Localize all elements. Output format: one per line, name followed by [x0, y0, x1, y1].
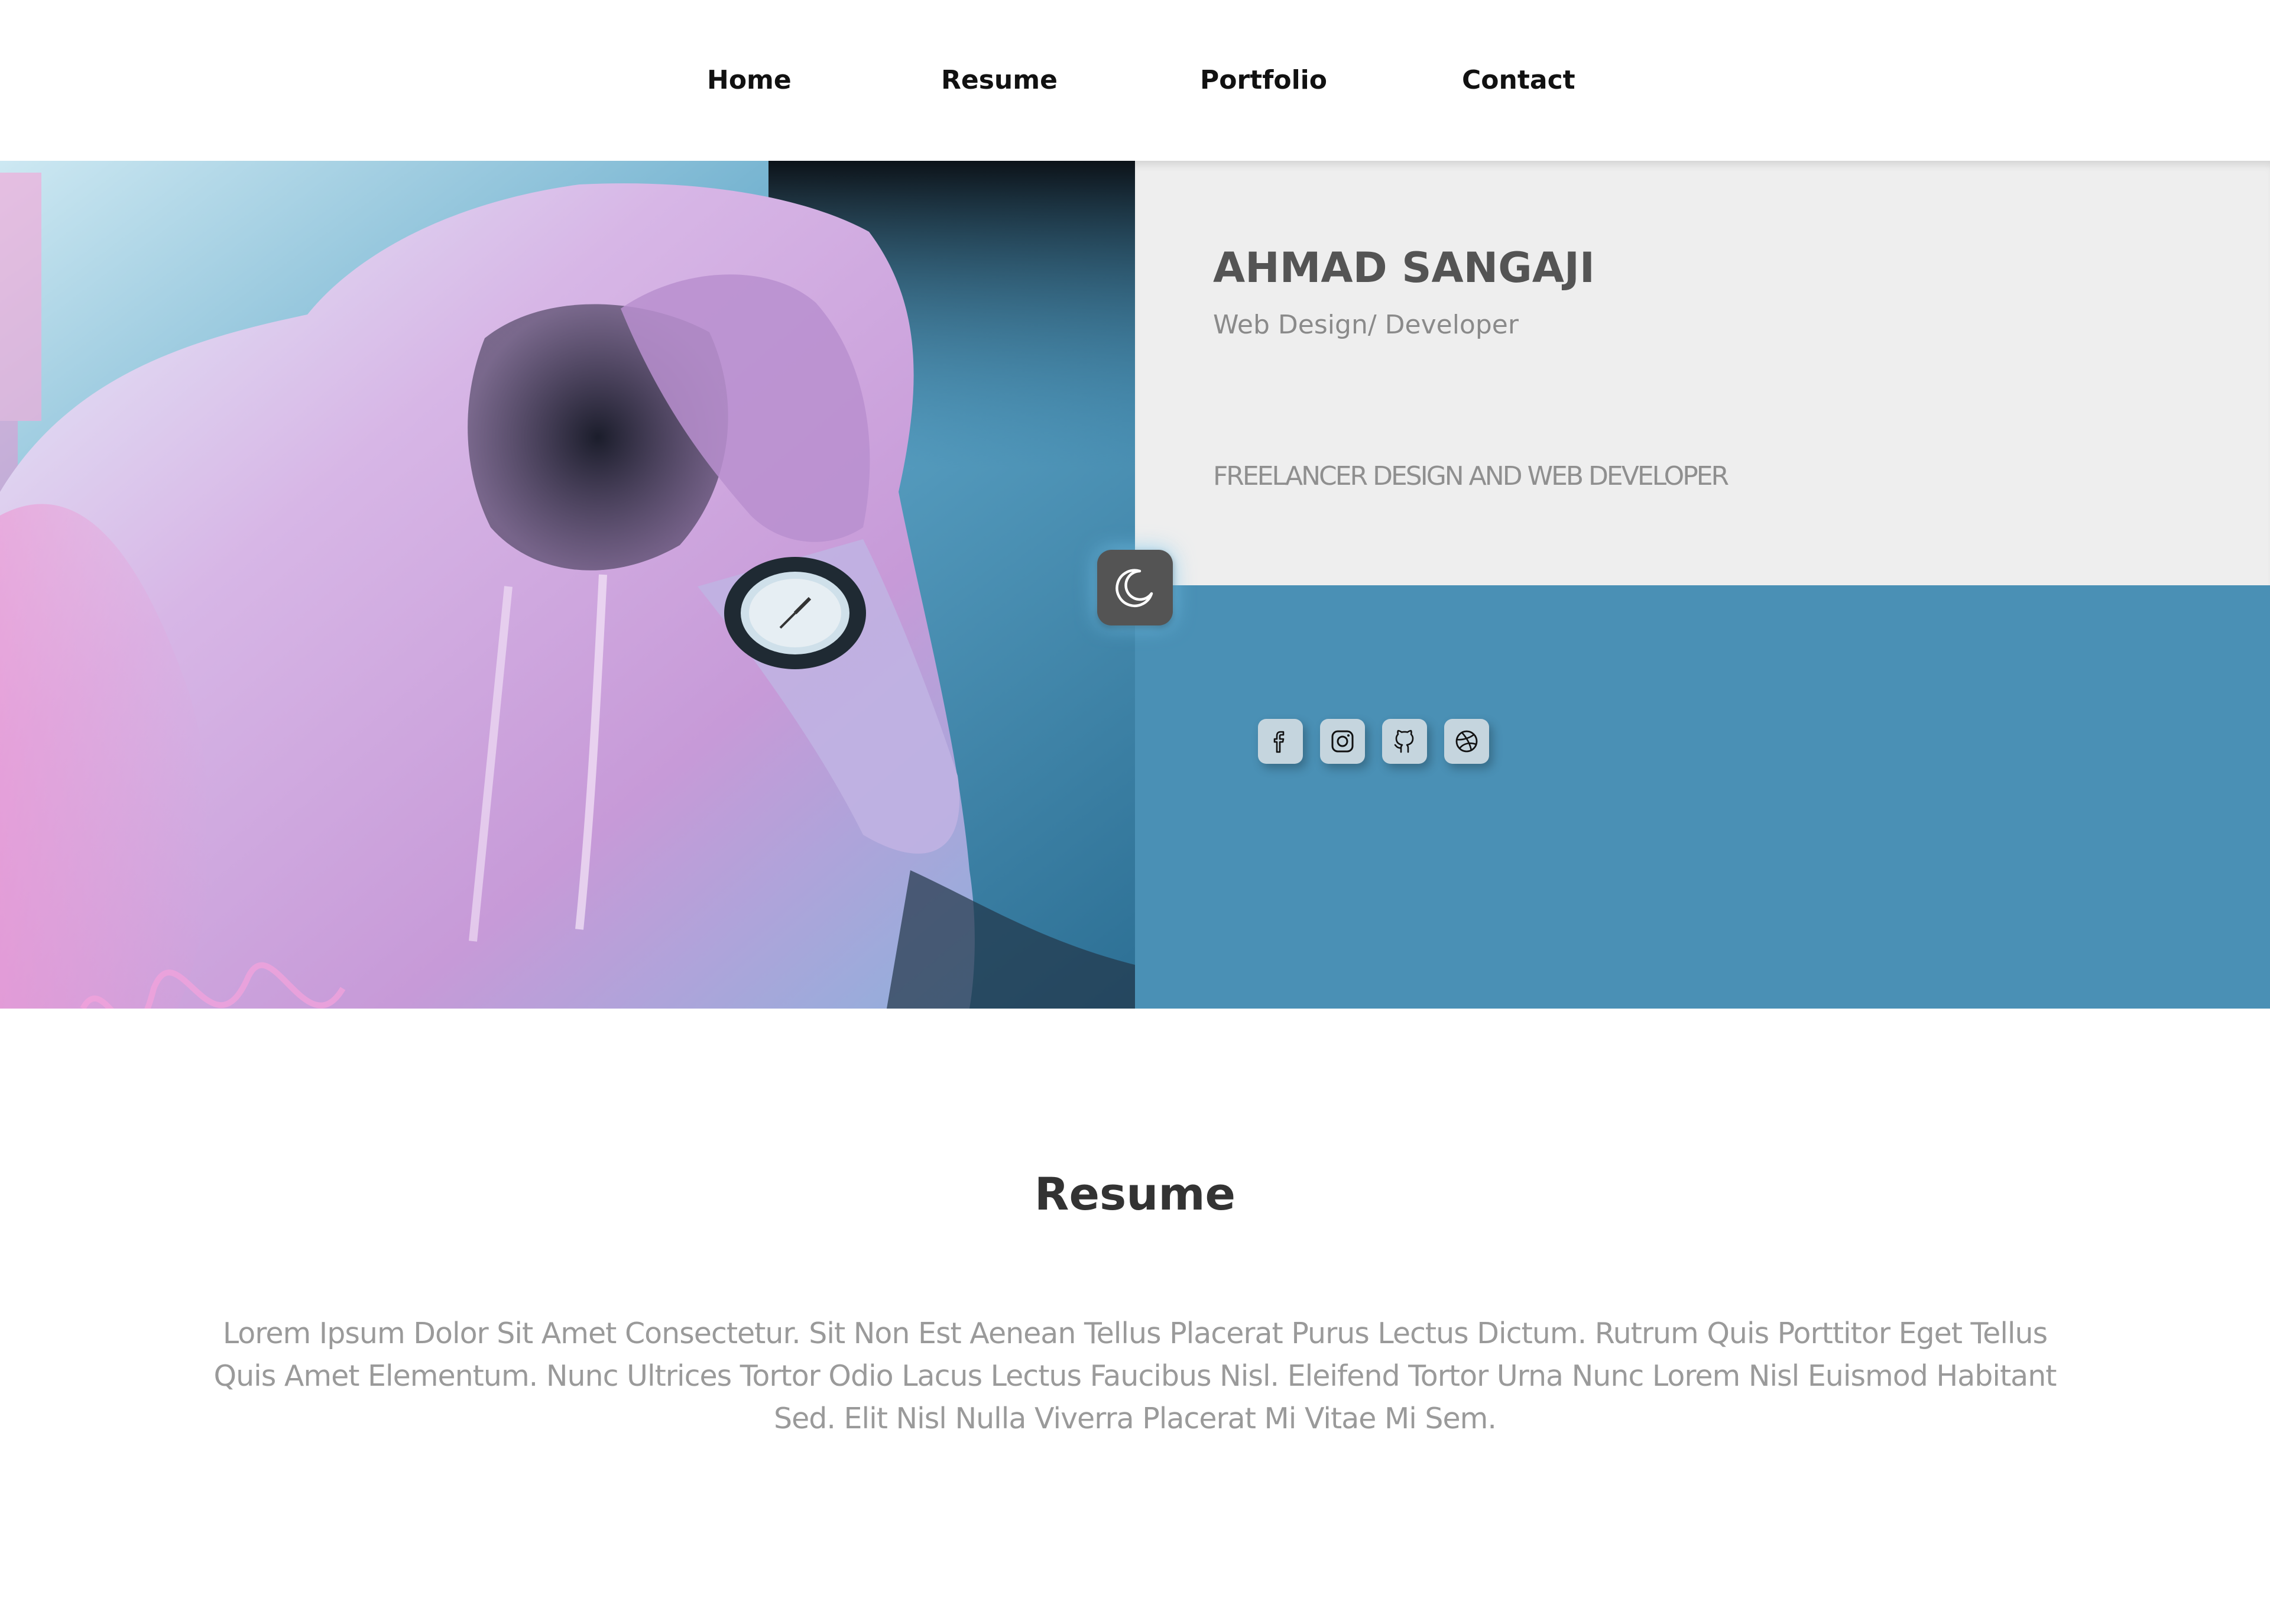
profile-name: AHMAD SANGAJI [1213, 244, 1595, 292]
dribbble-button[interactable] [1444, 719, 1489, 764]
profile-photo [0, 161, 1135, 1009]
instagram-icon [1331, 730, 1354, 753]
nav-home-link[interactable]: Home [707, 65, 792, 95]
facebook-icon [1273, 731, 1285, 753]
dribbble-icon [1455, 730, 1478, 753]
social-panel [1135, 585, 2270, 1009]
profile-role: Web Design/ Developer [1213, 310, 1519, 340]
nav-portfolio-link[interactable]: Portfolio [1200, 65, 1327, 95]
profile-tagline: FREELANCER DESIGN AND WEB DEVELOPER [1213, 461, 1729, 491]
profile-info-panel [1135, 161, 2270, 585]
resume-heading: Resume [1034, 1168, 1236, 1220]
theme-toggle-button[interactable] [1097, 550, 1173, 625]
instagram-button[interactable] [1320, 719, 1365, 764]
moon-icon [1115, 569, 1153, 607]
github-button[interactable] [1382, 719, 1427, 764]
profile-photo-illustration [0, 161, 1135, 1009]
nav-resume-link[interactable]: Resume [941, 65, 1058, 95]
nav-contact-link[interactable]: Contact [1462, 65, 1575, 95]
facebook-button[interactable] [1258, 719, 1303, 764]
hero-section: AHMAD SANGAJI Web Design/ Developer FREE… [0, 161, 2270, 1009]
github-icon [1394, 730, 1414, 753]
resume-description: Lorem Ipsum Dolor Sit Amet Consectetur. … [213, 1317, 2057, 1435]
top-navbar: Home Resume Portfolio Contact [0, 0, 2270, 161]
